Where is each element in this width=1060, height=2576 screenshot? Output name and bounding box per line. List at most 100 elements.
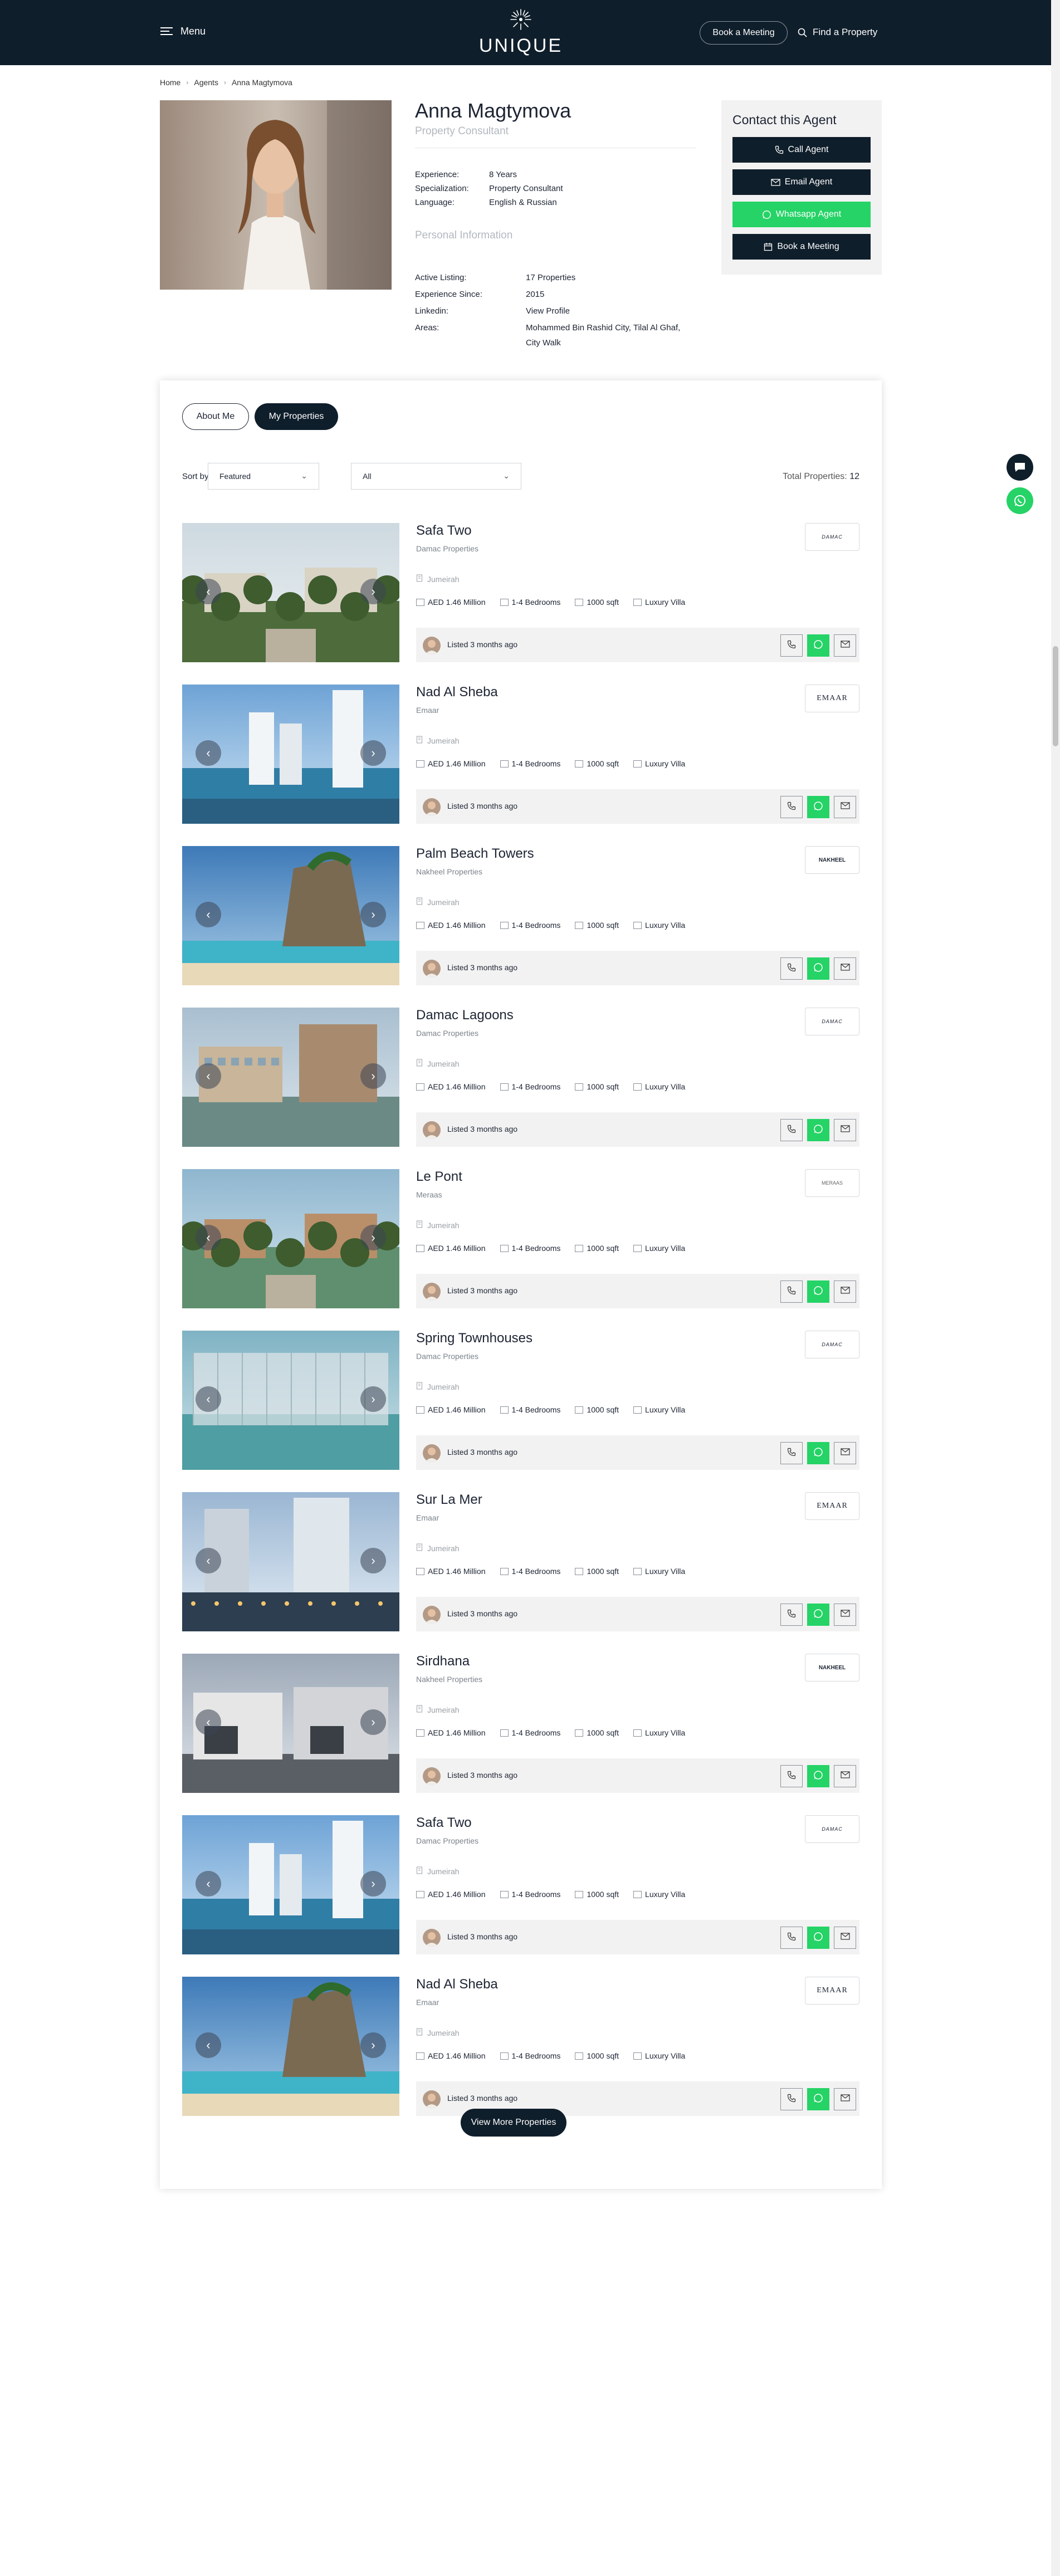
carousel-prev-arrow-icon[interactable]: ‹	[196, 1871, 221, 1896]
menu-button[interactable]: Menu	[160, 26, 206, 37]
carousel-prev-arrow-icon[interactable]: ‹	[196, 1386, 221, 1412]
carousel-next-arrow-icon[interactable]: ›	[360, 1225, 386, 1250]
property-image[interactable]: ‹ ›	[182, 1008, 399, 1147]
property-image[interactable]: ‹ ›	[182, 846, 399, 985]
card-whatsapp-button[interactable]	[807, 796, 829, 818]
property-card[interactable]: ‹ › Damac Lagoons Damac Properties Jumei…	[182, 1008, 859, 1147]
tab-my-properties[interactable]: My Properties	[255, 403, 338, 430]
property-image[interactable]: ‹ ›	[182, 1169, 399, 1308]
property-image[interactable]: ‹ ›	[182, 523, 399, 662]
property-image[interactable]: ‹ ›	[182, 1331, 399, 1470]
view-more-properties-button[interactable]: View More Properties	[461, 2109, 566, 2137]
carousel-prev-arrow-icon[interactable]: ‹	[196, 2032, 221, 2058]
property-card[interactable]: ‹ › Spring Townhouses Damac Properties J…	[182, 1331, 859, 1470]
carousel-prev-arrow-icon[interactable]: ‹	[196, 1063, 221, 1089]
card-email-button[interactable]	[834, 1604, 856, 1626]
property-card[interactable]: ‹ › Sur La Mer Emaar Jumeirah AED 1.46 M…	[182, 1492, 859, 1631]
property-image[interactable]: ‹ ›	[182, 1492, 399, 1631]
card-whatsapp-button[interactable]	[807, 2088, 829, 2110]
filter-select[interactable]: All ⌄	[351, 463, 521, 490]
property-title[interactable]: Palm Beach Towers	[416, 846, 534, 862]
breadcrumb-home[interactable]: Home	[160, 78, 180, 87]
property-card[interactable]: ‹ › Sirdhana Nakheel Properties Jumeirah…	[182, 1654, 859, 1793]
card-email-button[interactable]	[834, 634, 856, 657]
card-whatsapp-button[interactable]	[807, 957, 829, 980]
page-scrollbar-thumb[interactable]	[1053, 646, 1058, 746]
carousel-next-arrow-icon[interactable]: ›	[360, 1548, 386, 1573]
find-property-link[interactable]: Find a Property	[798, 27, 877, 38]
chat-float-button[interactable]	[1007, 454, 1033, 481]
card-call-button[interactable]	[780, 1765, 803, 1787]
card-email-button[interactable]	[834, 957, 856, 980]
card-call-button[interactable]	[780, 1119, 803, 1141]
tab-about-me[interactable]: About Me	[182, 403, 249, 430]
card-email-button[interactable]	[834, 1927, 856, 1949]
site-logo[interactable]: UNIQUE	[473, 8, 568, 57]
property-card[interactable]: ‹ › Nad Al Sheba Emaar Jumeirah AED 1.46…	[182, 685, 859, 824]
property-card[interactable]: ‹ › Safa Two Damac Properties Jumeirah A…	[182, 1815, 859, 1954]
property-title[interactable]: Sirdhana	[416, 1654, 470, 1669]
carousel-next-arrow-icon[interactable]: ›	[360, 902, 386, 927]
carousel-next-arrow-icon[interactable]: ›	[360, 1063, 386, 1089]
property-card[interactable]: ‹ › Palm Beach Towers Nakheel Properties…	[182, 846, 859, 985]
card-call-button[interactable]	[780, 1604, 803, 1626]
card-whatsapp-button[interactable]	[807, 1927, 829, 1949]
linkedin-view-profile-link[interactable]: View Profile	[526, 306, 570, 316]
breadcrumb-agents[interactable]: Agents	[194, 78, 218, 87]
property-title[interactable]: Nad Al Sheba	[416, 685, 498, 700]
property-title[interactable]: Le Pont	[416, 1169, 462, 1185]
card-call-button[interactable]	[780, 957, 803, 980]
card-call-button[interactable]	[780, 796, 803, 818]
book-meeting-button[interactable]: Book a Meeting	[732, 234, 871, 260]
card-call-button[interactable]	[780, 1927, 803, 1949]
call-agent-button[interactable]: Call Agent	[732, 137, 871, 163]
whatsapp-agent-button[interactable]: Whatsapp Agent	[732, 202, 871, 227]
property-image[interactable]: ‹ ›	[182, 1977, 399, 2116]
card-email-button[interactable]	[834, 2088, 856, 2110]
carousel-prev-arrow-icon[interactable]: ‹	[196, 1709, 221, 1735]
card-call-button[interactable]	[780, 2088, 803, 2110]
property-image[interactable]: ‹ ›	[182, 1654, 399, 1793]
card-email-button[interactable]	[834, 1119, 856, 1141]
card-whatsapp-button[interactable]	[807, 1442, 829, 1464]
card-email-button[interactable]	[834, 1442, 856, 1464]
email-agent-button[interactable]: Email Agent	[732, 169, 871, 195]
carousel-next-arrow-icon[interactable]: ›	[360, 740, 386, 766]
card-email-button[interactable]	[834, 1280, 856, 1303]
card-whatsapp-button[interactable]	[807, 1280, 829, 1303]
carousel-next-arrow-icon[interactable]: ›	[360, 1709, 386, 1735]
page-scrollbar[interactable]	[1051, 0, 1060, 2576]
carousel-prev-arrow-icon[interactable]: ‹	[196, 902, 221, 927]
property-title[interactable]: Sur La Mer	[416, 1492, 482, 1508]
carousel-prev-arrow-icon[interactable]: ‹	[196, 740, 221, 766]
card-call-button[interactable]	[780, 1442, 803, 1464]
property-card[interactable]: ‹ › Nad Al Sheba Emaar Jumeirah AED 1.46…	[182, 1977, 859, 2116]
carousel-next-arrow-icon[interactable]: ›	[360, 579, 386, 604]
card-call-button[interactable]	[780, 634, 803, 657]
carousel-next-arrow-icon[interactable]: ›	[360, 2032, 386, 2058]
card-whatsapp-button[interactable]	[807, 1604, 829, 1626]
card-email-button[interactable]	[834, 1765, 856, 1787]
card-whatsapp-button[interactable]	[807, 1119, 829, 1141]
carousel-prev-arrow-icon[interactable]: ‹	[196, 1225, 221, 1250]
card-call-button[interactable]	[780, 1280, 803, 1303]
property-image[interactable]: ‹ ›	[182, 685, 399, 824]
property-title[interactable]: Safa Two	[416, 523, 472, 539]
carousel-prev-arrow-icon[interactable]: ‹	[196, 1548, 221, 1573]
property-card[interactable]: ‹ › Safa Two Damac Properties Jumeirah A…	[182, 523, 859, 662]
property-title[interactable]: Safa Two	[416, 1815, 472, 1831]
carousel-next-arrow-icon[interactable]: ›	[360, 1871, 386, 1896]
card-email-button[interactable]	[834, 796, 856, 818]
property-title[interactable]: Spring Townhouses	[416, 1331, 533, 1346]
carousel-next-arrow-icon[interactable]: ›	[360, 1386, 386, 1412]
property-title[interactable]: Nad Al Sheba	[416, 1977, 498, 1992]
header-book-meeting-button[interactable]: Book a Meeting	[700, 21, 788, 45]
property-card[interactable]: ‹ › Le Pont Meraas Jumeirah AED 1.46 Mil…	[182, 1169, 859, 1308]
property-image[interactable]: ‹ ›	[182, 1815, 399, 1954]
property-title[interactable]: Damac Lagoons	[416, 1008, 514, 1023]
card-whatsapp-button[interactable]	[807, 1765, 829, 1787]
card-whatsapp-button[interactable]	[807, 634, 829, 657]
carousel-prev-arrow-icon[interactable]: ‹	[196, 579, 221, 604]
whatsapp-float-button[interactable]	[1007, 487, 1033, 514]
sort-select[interactable]: Featured ⌄	[208, 463, 319, 490]
